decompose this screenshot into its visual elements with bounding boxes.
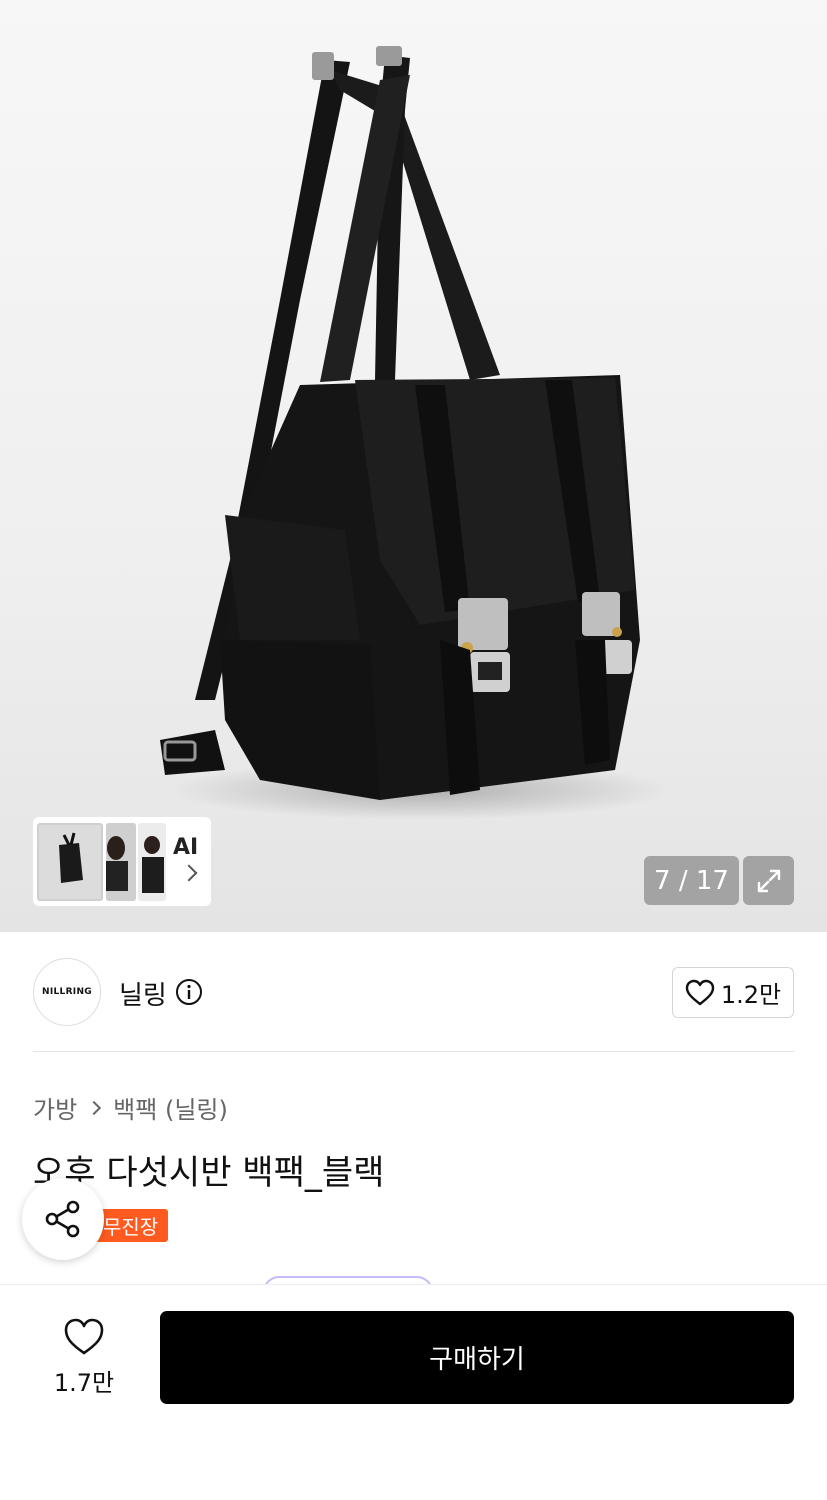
image-counter: 7 / 17	[644, 856, 739, 905]
expand-button[interactable]	[743, 856, 794, 905]
brand-name[interactable]: 닐링	[119, 975, 167, 1012]
product-image-gallery[interactable]: AI 7 / 17	[0, 0, 827, 932]
breadcrumb: 가방 백팩 (닐링)	[33, 1090, 228, 1125]
bottom-action-bar: 1.7만 구매하기	[0, 1284, 827, 1500]
brand-logo[interactable]: NILLRING	[33, 958, 101, 1026]
info-icon[interactable]	[175, 978, 203, 1010]
thumbnail-1[interactable]	[37, 822, 103, 901]
heart-icon	[685, 979, 715, 1005]
share-button[interactable]	[22, 1178, 104, 1260]
expand-icon	[757, 869, 780, 892]
thumbnail-strip[interactable]: AI	[33, 817, 211, 906]
product-like-count: 1.7만	[53, 1369, 115, 1397]
backpack-thumbnail-icon	[39, 824, 101, 899]
thumbnail-3[interactable]	[138, 822, 166, 901]
model-thumbnail-icon	[106, 822, 136, 901]
breadcrumb-subcategory[interactable]: 백팩 (닐링)	[113, 1090, 228, 1125]
chevron-right-icon[interactable]	[180, 864, 198, 882]
thumbnail-2[interactable]	[106, 822, 136, 901]
heart-icon	[64, 1318, 104, 1355]
ai-label[interactable]: AI	[173, 835, 198, 860]
promo-badge-label: 무진장	[103, 1215, 159, 1239]
share-icon	[45, 1200, 80, 1238]
breadcrumb-category[interactable]: 가방	[33, 1090, 77, 1125]
divider	[33, 1051, 794, 1052]
brand-row: NILLRING 닐링 1.2만	[33, 958, 794, 1028]
chevron-right-icon	[87, 1100, 102, 1115]
buy-button[interactable]: 구매하기	[160, 1311, 794, 1404]
model-thumbnail-icon	[138, 822, 166, 901]
product-like-button[interactable]: 1.7만	[40, 1317, 128, 1398]
product-photo	[160, 46, 670, 820]
brand-like-button[interactable]: 1.2만	[672, 967, 794, 1018]
brand-like-count: 1.2만	[720, 981, 782, 1009]
